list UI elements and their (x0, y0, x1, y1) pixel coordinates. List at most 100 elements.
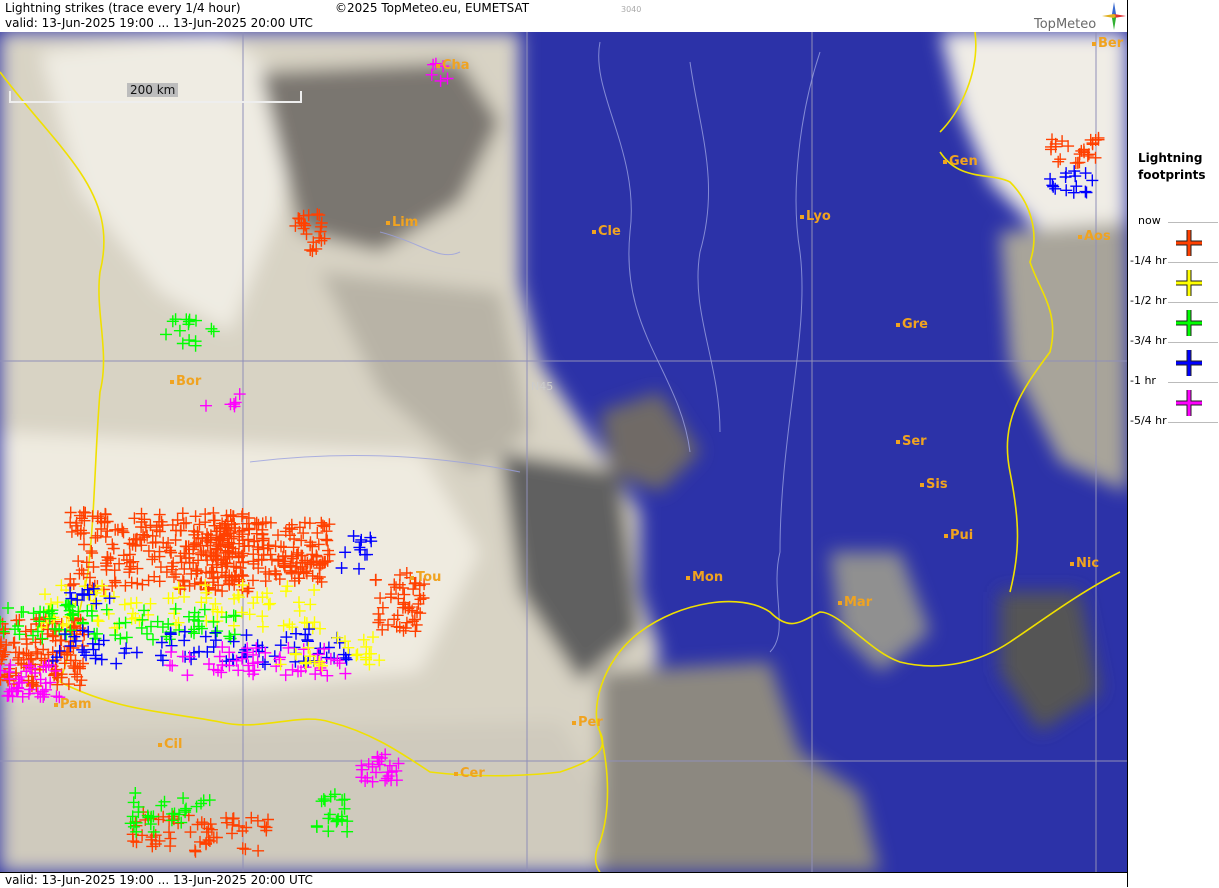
lightning-cross-icon (92, 615, 105, 628)
lightning-cross-icon (176, 337, 189, 350)
legend-cross-icon (1176, 350, 1202, 376)
legend-label: -1/4 hr (1130, 254, 1167, 267)
city-label-pam: Pam (54, 697, 92, 712)
lightning-cross-icon (89, 531, 102, 544)
legend-separator (1168, 422, 1218, 423)
scale-bar: 200 km (9, 83, 302, 103)
lightning-cross-icon (0, 639, 13, 651)
lightning-cross-icon (118, 598, 131, 611)
lightning-cross-icon (239, 843, 252, 856)
city-dot-icon (896, 439, 900, 444)
lightning-cross-icon (215, 666, 228, 679)
city-label-aos: Aos (1078, 229, 1111, 244)
lightning-cross-icon (441, 72, 454, 85)
lightning-cross-icon (138, 513, 151, 526)
lightning-cross-icon (108, 574, 121, 587)
lightning-cross-icon (374, 592, 387, 605)
lightning-cross-icon (434, 74, 447, 87)
lightning-cross-icon (357, 633, 370, 646)
lightning-cross-icon (331, 631, 344, 644)
lightning-cross-icon (64, 516, 77, 529)
city-label-cer: Cer (454, 766, 485, 781)
legend-cross-icon (1176, 230, 1202, 256)
lightning-cross-icon (205, 322, 218, 335)
lightning-cross-icon (235, 510, 248, 523)
city-dot-icon (386, 220, 390, 225)
lightning-cross-icon (339, 651, 352, 664)
lightning-cross-icon (236, 842, 249, 855)
satellite-map[interactable]: 200 km N45 Cha Ber Gen Lim Cle Lyo Aos Gre Bor Se… (0, 32, 1127, 872)
city-label-sis: Sis (920, 477, 948, 492)
lightning-cross-icon (176, 650, 189, 663)
lightning-cross-icon (178, 562, 191, 575)
lightning-cross-icon (77, 527, 90, 539)
city-name: Cer (460, 766, 485, 781)
lightning-cross-icon (1062, 140, 1075, 153)
lightning-cross-icon (136, 613, 149, 626)
legend-label: -1/2 hr (1130, 294, 1167, 307)
lightning-cross-icon (262, 598, 275, 611)
lightning-cross-icon (166, 807, 179, 820)
lightning-cross-icon (313, 209, 326, 221)
legend-separator (1168, 222, 1218, 223)
city-label-bor: Bor (170, 374, 201, 389)
lightning-cross-icon (297, 527, 310, 540)
lightning-cross-icon (321, 669, 334, 682)
lightning-cross-icon (15, 606, 28, 619)
lightning-cross-icon (147, 633, 159, 646)
lightning-cross-icon (163, 633, 176, 646)
lightning-cross-icon (259, 658, 271, 671)
lightning-cross-icon (339, 546, 352, 559)
lightning-cross-icon (166, 315, 179, 328)
legend-cross-icon (1176, 310, 1202, 336)
city-label-gen: Gen (943, 154, 978, 169)
city-label-lim: Lim (386, 215, 418, 230)
lightning-cross-icon (409, 625, 422, 638)
city-name: Bor (176, 374, 202, 389)
map-header: Lightning strikes (trace every 1/4 hour)… (0, 0, 1127, 32)
city-label-per: Per (572, 715, 603, 730)
map-footer: valid: 13-Jun-2025 19:00 ... 13-Jun-2025… (0, 872, 1127, 888)
lightning-cross-icon (164, 840, 177, 853)
logo-text: TopMeteo (1034, 17, 1097, 32)
city-name: Cha (442, 58, 470, 73)
legend-separator (1168, 262, 1218, 263)
city-name: Sis (926, 477, 948, 492)
lightning-cross-icon (308, 616, 321, 629)
lightning-cross-icon (189, 844, 201, 857)
lightning-cross-icon (176, 507, 189, 520)
lightning-cross-icon (1086, 137, 1099, 150)
lightning-cross-icon (101, 551, 114, 563)
lightning-cross-icon (256, 610, 269, 623)
city-label-mar: Mar (838, 595, 872, 610)
city-label-cil: Cil (158, 737, 182, 752)
city-dot-icon (170, 379, 174, 384)
lightning-cross-icon (162, 618, 175, 630)
lightning-cross-icon (101, 515, 114, 528)
city-name: Pam (60, 697, 92, 712)
legend-label: -1 hr (1130, 374, 1156, 387)
lightning-cross-icon (392, 757, 405, 770)
copyright: ©2025 TopMeteo.eu, EUMETSAT (335, 1, 530, 15)
latitude-label: N45 (531, 380, 554, 393)
city-dot-icon (838, 600, 842, 605)
lightning-cross-icon (239, 643, 252, 656)
city-name: Ser (902, 434, 927, 449)
lightning-cross-icon (119, 579, 132, 592)
lightning-cross-icon (274, 639, 287, 652)
lightning-cross-icon (120, 631, 133, 644)
lightning-cross-icon (283, 618, 296, 631)
legend-label: -3/4 hr (1130, 334, 1167, 347)
city-name: Gen (949, 154, 978, 169)
lightning-cross-icon (51, 596, 64, 609)
city-name: Ber (1098, 36, 1124, 51)
lightning-cross-icon (353, 562, 365, 575)
image-code: 3040 (621, 5, 642, 14)
legend-label: now (1138, 214, 1161, 227)
lightning-cross-icon (147, 825, 160, 838)
lightning-cross-icon (262, 813, 274, 826)
legend-title: Lightning footprints (1138, 150, 1206, 184)
legend-label: -5/4 hr (1130, 414, 1167, 427)
lightning-cross-icon (280, 585, 292, 598)
lightning-cross-icon (281, 580, 294, 593)
